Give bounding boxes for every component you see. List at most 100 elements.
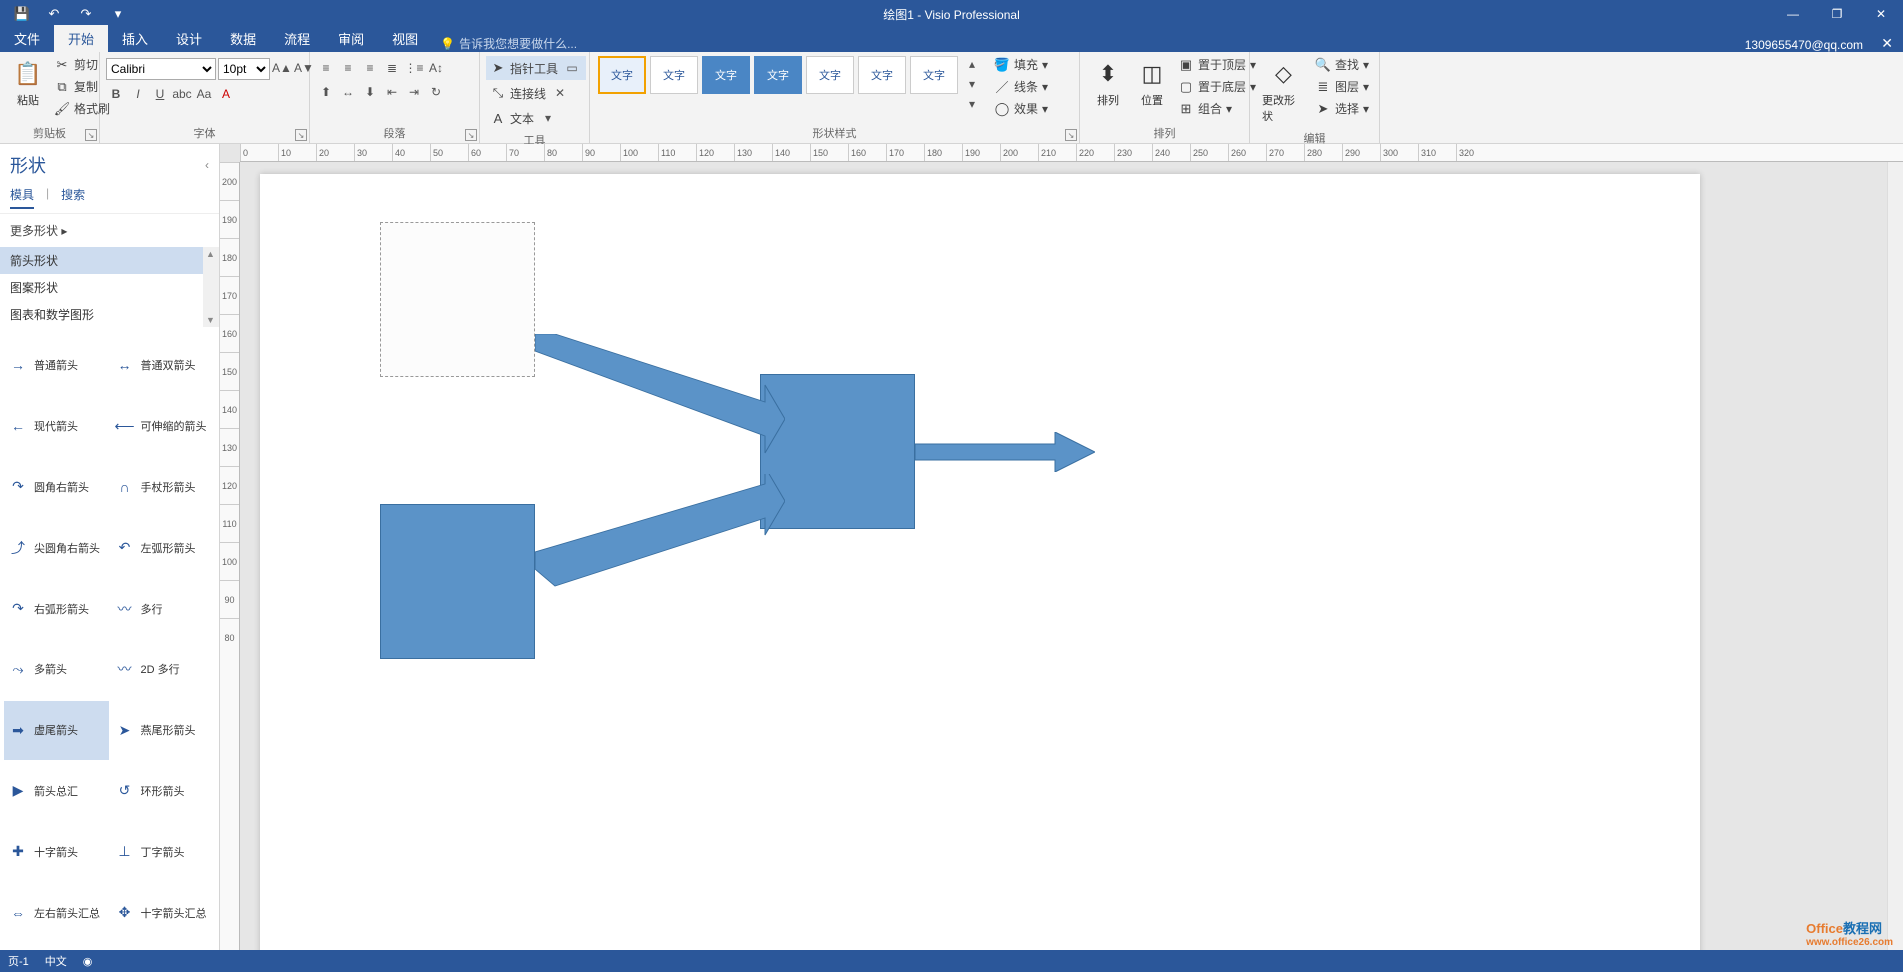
styles-launcher[interactable]: ↘	[1065, 129, 1077, 141]
language-indicator[interactable]: 中文	[45, 953, 67, 969]
canvas-area[interactable]: 0102030405060708090100110120130140150160…	[220, 144, 1903, 950]
shape-item[interactable]: ➤燕尾形箭头	[111, 701, 216, 760]
paste-button[interactable]: 📋粘贴	[6, 54, 50, 112]
gallery-up-button[interactable]: ▴	[962, 54, 982, 74]
tab-view[interactable]: 视图	[378, 25, 432, 52]
strike-button[interactable]: abc	[172, 84, 192, 104]
arrow-shape-1[interactable]	[535, 334, 785, 454]
group-button[interactable]: ⊞组合▾	[1174, 98, 1260, 119]
shape-item[interactable]: ←现代箭头	[4, 397, 109, 456]
style-gallery[interactable]: 文字 文字 文字 文字 文字 文字 文字 ▴ ▾ ▾	[596, 54, 982, 114]
style-option-3[interactable]: 文字	[702, 56, 750, 94]
find-button[interactable]: 🔍查找▾	[1311, 54, 1373, 75]
record-macro-button[interactable]: ◉	[83, 955, 93, 968]
layers-button[interactable]: ≣图层▾	[1311, 76, 1373, 97]
minimize-button[interactable]: —	[1771, 0, 1815, 28]
shape-item[interactable]: ▶箭头总汇	[4, 762, 109, 821]
pointer-tool-button[interactable]: ➤指针工具▭	[486, 56, 586, 80]
search-tab[interactable]: 搜索	[61, 186, 85, 209]
account-label[interactable]: 1309655470@qq.com	[1745, 38, 1903, 52]
shape-item[interactable]: →普通箭头	[4, 336, 109, 395]
shape-item[interactable]: ↔普通双箭头	[111, 336, 216, 395]
font-launcher[interactable]: ↘	[295, 129, 307, 141]
restore-button[interactable]: ❐	[1815, 0, 1859, 28]
gallery-down-button[interactable]: ▾	[962, 74, 982, 94]
stencil-pattern[interactable]: 图案形状	[0, 274, 219, 301]
rotate-text-button[interactable]: ↻	[426, 82, 446, 102]
qat-more-button[interactable]: ▾	[104, 2, 132, 26]
shape-item[interactable]: ✥十字箭头汇总	[111, 883, 216, 942]
style-option-2[interactable]: 文字	[650, 56, 698, 94]
bring-front-button[interactable]: ▣置于顶层▾	[1174, 54, 1260, 75]
align-bottom-button[interactable]: ⬇	[360, 82, 380, 102]
tab-file[interactable]: 文件	[0, 25, 54, 52]
paragraph-launcher[interactable]: ↘	[465, 129, 477, 141]
save-button[interactable]: 💾	[8, 2, 36, 26]
shape-item[interactable]: ↶左弧形箭头	[111, 518, 216, 577]
change-shape-button[interactable]: ◇更改形状	[1256, 54, 1311, 128]
shape-square-1[interactable]	[380, 504, 535, 659]
style-option-5[interactable]: 文字	[806, 56, 854, 94]
tab-review[interactable]: 审阅	[324, 25, 378, 52]
align-left-button[interactable]: ≡	[316, 58, 336, 78]
send-back-button[interactable]: ▢置于底层▾	[1174, 76, 1260, 97]
tell-me-search[interactable]: 💡告诉我您想要做什么...	[440, 35, 577, 52]
style-option-6[interactable]: 文字	[858, 56, 906, 94]
text-more-button[interactable]: ▾	[538, 108, 558, 128]
clipboard-launcher[interactable]: ↘	[85, 129, 97, 141]
rectangle-tool-button[interactable]: ▭	[562, 58, 582, 78]
page-indicator[interactable]: 页-1	[8, 953, 29, 969]
italic-button[interactable]: I	[128, 84, 148, 104]
ribbon-close-button[interactable]: ✕	[1881, 35, 1893, 52]
tab-process[interactable]: 流程	[270, 25, 324, 52]
effects-button[interactable]: ◯效果▾	[990, 98, 1052, 119]
bold-button[interactable]: B	[106, 84, 126, 104]
arrow-shape-2[interactable]	[535, 474, 785, 594]
justify-button[interactable]: ≣	[382, 58, 402, 78]
font-color-button[interactable]: A	[216, 84, 236, 104]
more-shapes-button[interactable]: 更多形状 ▸	[0, 214, 219, 247]
font-name-select[interactable]: Calibri	[106, 58, 216, 80]
font-size-select[interactable]: 10pt	[218, 58, 270, 80]
shape-item-selected[interactable]: ➡虚尾箭头	[4, 701, 109, 760]
indent-decrease-button[interactable]: ⇤	[382, 82, 402, 102]
shape-item[interactable]: ↺环形箭头	[111, 762, 216, 821]
undo-button[interactable]: ↶	[40, 2, 68, 26]
tab-design[interactable]: 设计	[162, 25, 216, 52]
stencil-scrollbar[interactable]	[203, 247, 219, 327]
arrange-button[interactable]: ⬍排列	[1086, 54, 1130, 112]
tab-data[interactable]: 数据	[216, 25, 270, 52]
text-tool-button[interactable]: A文本▾	[486, 106, 562, 130]
stencil-tab[interactable]: 模具	[10, 186, 34, 209]
shape-item[interactable]: ⇔左右箭头汇总	[4, 883, 109, 942]
bullets-button[interactable]: ⋮≡	[404, 58, 424, 78]
shape-item[interactable]: 〰2D 多行	[111, 640, 216, 699]
shape-item[interactable]: 〰多行	[111, 579, 216, 638]
align-right-button[interactable]: ≡	[360, 58, 380, 78]
drawing-page[interactable]	[260, 174, 1700, 950]
arrow-shape-3[interactable]	[915, 432, 1095, 472]
stencil-arrow[interactable]: 箭头形状	[0, 247, 219, 274]
fill-button[interactable]: 🪣填充▾	[990, 54, 1052, 75]
grow-font-button[interactable]: A▲	[272, 58, 292, 78]
shape-item[interactable]: ∩手杖形箭头	[111, 458, 216, 517]
text-direction-button[interactable]: A↕	[426, 58, 446, 78]
shape-item[interactable]: ⟵可伸缩的箭头	[111, 397, 216, 456]
line-button[interactable]: ／线条▾	[990, 76, 1052, 97]
shape-item[interactable]: ✚十字箭头	[4, 822, 109, 881]
connection-point-button[interactable]: ✕	[550, 83, 570, 103]
style-option-7[interactable]: 文字	[910, 56, 958, 94]
select-button[interactable]: ➤选择▾	[1311, 98, 1373, 119]
close-button[interactable]: ✕	[1859, 0, 1903, 28]
indent-increase-button[interactable]: ⇥	[404, 82, 424, 102]
stencil-chart[interactable]: 图表和数学图形	[0, 301, 219, 328]
align-top-button[interactable]: ⬆	[316, 82, 336, 102]
tab-home[interactable]: 开始	[54, 25, 108, 52]
connector-tool-button[interactable]: ⤡连接线✕	[486, 81, 574, 105]
gallery-more-button[interactable]: ▾	[962, 94, 982, 114]
underline-button[interactable]: U	[150, 84, 170, 104]
redo-button[interactable]: ↷	[72, 2, 100, 26]
vertical-scrollbar[interactable]	[1887, 162, 1903, 950]
tab-insert[interactable]: 插入	[108, 25, 162, 52]
shape-item[interactable]: ⤳多箭头	[4, 640, 109, 699]
